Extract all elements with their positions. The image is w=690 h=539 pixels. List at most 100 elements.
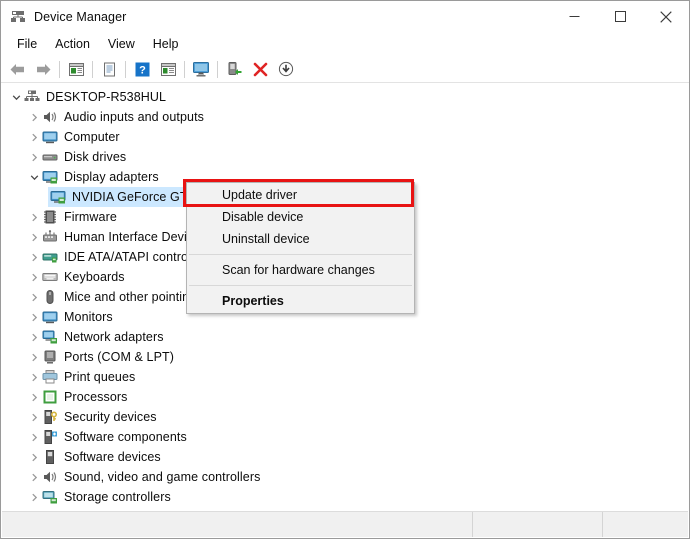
maximize-button[interactable] bbox=[597, 1, 643, 32]
tree-row-ports-com-and-lpt[interactable]: Ports (COM & LPT) bbox=[2, 347, 688, 367]
tree-row-disk-drives[interactable]: Disk drives bbox=[2, 147, 688, 167]
chevron-right-icon[interactable] bbox=[26, 427, 42, 447]
tree-row-processors[interactable]: Processors bbox=[2, 387, 688, 407]
properties-icon[interactable] bbox=[96, 57, 122, 81]
network-adapter-icon bbox=[42, 329, 58, 345]
tree-row-label: Sound, video and game controllers bbox=[64, 470, 260, 484]
chevron-right-icon[interactable] bbox=[26, 267, 42, 287]
speaker-icon bbox=[42, 469, 58, 485]
menu-help[interactable]: Help bbox=[144, 35, 188, 54]
title-bar: Device Manager bbox=[1, 1, 689, 32]
storage-controller-icon bbox=[42, 489, 58, 505]
software-component-icon bbox=[42, 429, 58, 445]
display-adapter-icon bbox=[50, 189, 66, 205]
tree-row-network-adapters[interactable]: Network adapters bbox=[2, 327, 688, 347]
tree-row-print-queues[interactable]: Print queues bbox=[2, 367, 688, 387]
back-arrow-icon[interactable] bbox=[4, 57, 30, 81]
tree-row-software-components[interactable]: Software components bbox=[2, 427, 688, 447]
menu-bar: File Action View Help bbox=[1, 32, 689, 56]
keyboard-icon bbox=[42, 269, 58, 285]
chevron-right-icon[interactable] bbox=[26, 447, 42, 467]
context-menu[interactable]: Update driver Disable device Uninstall d… bbox=[186, 182, 415, 314]
show-hide-console-tree-icon[interactable] bbox=[63, 57, 89, 81]
tree-row-label: Disk drives bbox=[64, 150, 126, 164]
chevron-right-icon[interactable] bbox=[26, 327, 42, 347]
tree-row-label: Storage controllers bbox=[64, 490, 171, 504]
chevron-right-icon[interactable] bbox=[26, 247, 42, 267]
chevron-right-icon[interactable] bbox=[26, 387, 42, 407]
tree-row-software-devices[interactable]: Software devices bbox=[2, 447, 688, 467]
tree-row-sound-video-and-game-controllers[interactable]: Sound, video and game controllers bbox=[2, 467, 688, 487]
chevron-right-icon[interactable] bbox=[26, 487, 42, 507]
chevron-right-icon[interactable] bbox=[26, 307, 42, 327]
display-adapter-icon bbox=[42, 169, 58, 185]
chevron-right-icon[interactable] bbox=[26, 367, 42, 387]
ide-controller-icon bbox=[42, 249, 58, 265]
software-device-icon bbox=[42, 449, 58, 465]
menu-action[interactable]: Action bbox=[46, 35, 99, 54]
status-pane-tertiary bbox=[603, 512, 688, 537]
tree-row-label: Keyboards bbox=[64, 270, 125, 284]
security-device-icon bbox=[42, 409, 58, 425]
tree-row-label: Ports (COM & LPT) bbox=[64, 350, 174, 364]
context-menu-item-uninstall-device[interactable]: Uninstall device bbox=[187, 228, 414, 250]
computer-node-icon bbox=[24, 89, 40, 105]
separator-3 bbox=[125, 61, 126, 78]
mouse-icon bbox=[42, 289, 58, 305]
separator-5 bbox=[217, 61, 218, 78]
status-pane-message bbox=[2, 512, 473, 537]
chevron-right-icon[interactable] bbox=[26, 107, 42, 127]
disk-drive-icon bbox=[42, 149, 58, 165]
chevron-right-icon[interactable] bbox=[26, 347, 42, 367]
tree-row-label: Audio inputs and outputs bbox=[64, 110, 204, 124]
menu-view[interactable]: View bbox=[99, 35, 144, 54]
minimize-button[interactable] bbox=[551, 1, 597, 32]
scan-for-hardware-changes-icon[interactable] bbox=[188, 57, 214, 81]
tree-row-storage-controllers[interactable]: Storage controllers bbox=[2, 487, 688, 507]
update-driver-icon[interactable] bbox=[273, 57, 299, 81]
chevron-down-icon[interactable] bbox=[26, 167, 42, 187]
chevron-right-icon[interactable] bbox=[26, 127, 42, 147]
tree-row-label: Firmware bbox=[64, 210, 117, 224]
separator-2 bbox=[92, 61, 93, 78]
close-button[interactable] bbox=[643, 1, 689, 32]
separator-1 bbox=[59, 61, 60, 78]
tree-row-label: Monitors bbox=[64, 310, 113, 324]
chevron-right-icon[interactable] bbox=[26, 287, 42, 307]
speaker-icon bbox=[42, 109, 58, 125]
context-menu-item-scan-for-hardware-changes[interactable]: Scan for hardware changes bbox=[187, 259, 414, 281]
uninstall-device-icon[interactable] bbox=[247, 57, 273, 81]
separator-4 bbox=[184, 61, 185, 78]
view-details-icon[interactable] bbox=[155, 57, 181, 81]
window-title: Device Manager bbox=[34, 10, 126, 24]
context-menu-item-properties[interactable]: Properties bbox=[187, 290, 414, 312]
tree-row-label: Processors bbox=[64, 390, 128, 404]
chevron-right-icon[interactable] bbox=[26, 407, 42, 427]
tree-row-label: DESKTOP-R538HUL bbox=[46, 90, 166, 104]
chevron-down-icon[interactable] bbox=[8, 87, 24, 107]
device-manager-icon bbox=[10, 9, 26, 25]
help-icon[interactable]: ? bbox=[129, 57, 155, 81]
chevron-right-icon[interactable] bbox=[26, 147, 42, 167]
forward-arrow-icon[interactable] bbox=[30, 57, 56, 81]
tree-row-security-devices[interactable]: Security devices bbox=[2, 407, 688, 427]
chevron-right-icon[interactable] bbox=[26, 207, 42, 227]
tree-row-audio-inputs-and-outputs[interactable]: Audio inputs and outputs bbox=[2, 107, 688, 127]
chevron-right-icon[interactable] bbox=[26, 227, 42, 247]
monitor-icon bbox=[42, 309, 58, 325]
context-menu-item-update-driver[interactable]: Update driver bbox=[187, 184, 414, 206]
status-bar bbox=[2, 511, 688, 537]
hid-icon bbox=[42, 229, 58, 245]
tree-row-desktop[interactable]: DESKTOP-R538HUL bbox=[2, 87, 688, 107]
tree-row-label: Computer bbox=[64, 130, 120, 144]
toolbar: ? bbox=[1, 56, 689, 83]
context-menu-item-disable-device[interactable]: Disable device bbox=[187, 206, 414, 228]
window-controls bbox=[551, 1, 689, 32]
tree-row-label: Print queues bbox=[64, 370, 135, 384]
tree-row-computer[interactable]: Computer bbox=[2, 127, 688, 147]
chevron-right-icon[interactable] bbox=[26, 467, 42, 487]
enable-device-icon[interactable] bbox=[221, 57, 247, 81]
status-pane-secondary bbox=[473, 512, 603, 537]
menu-file[interactable]: File bbox=[8, 35, 46, 54]
monitor-icon bbox=[42, 129, 58, 145]
